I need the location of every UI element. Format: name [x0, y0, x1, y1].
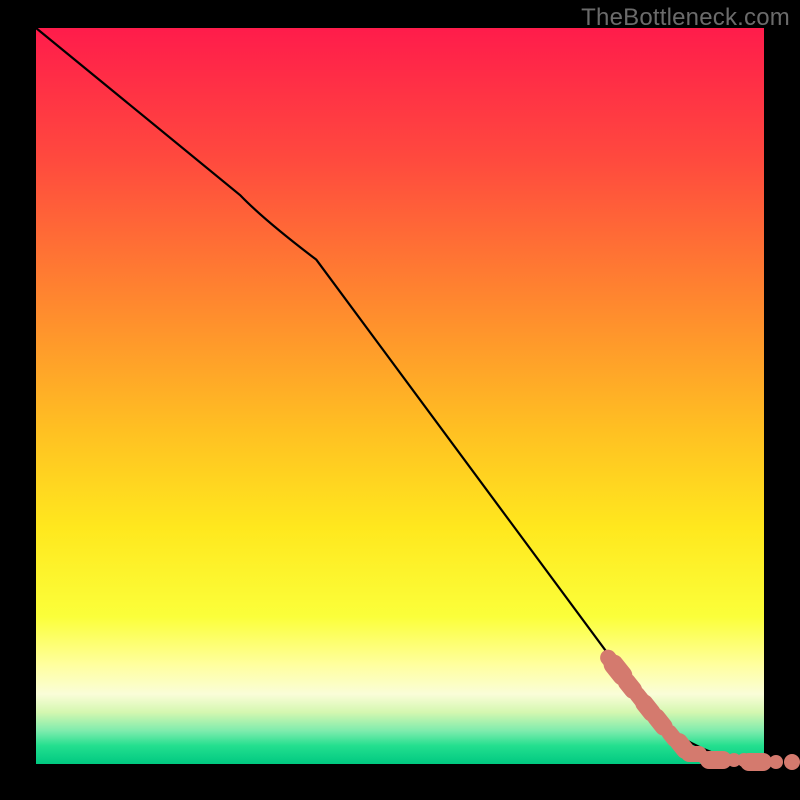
data-marker	[614, 665, 623, 676]
chart-container: { "watermark": "TheBottleneck.com", "cha…	[0, 0, 800, 800]
data-marker	[769, 755, 783, 769]
chart-svg	[0, 0, 800, 800]
plot-background	[36, 28, 764, 764]
data-marker	[656, 717, 663, 726]
watermark-text: TheBottleneck.com	[581, 4, 790, 32]
data-marker	[627, 682, 633, 690]
data-marker	[784, 754, 800, 770]
